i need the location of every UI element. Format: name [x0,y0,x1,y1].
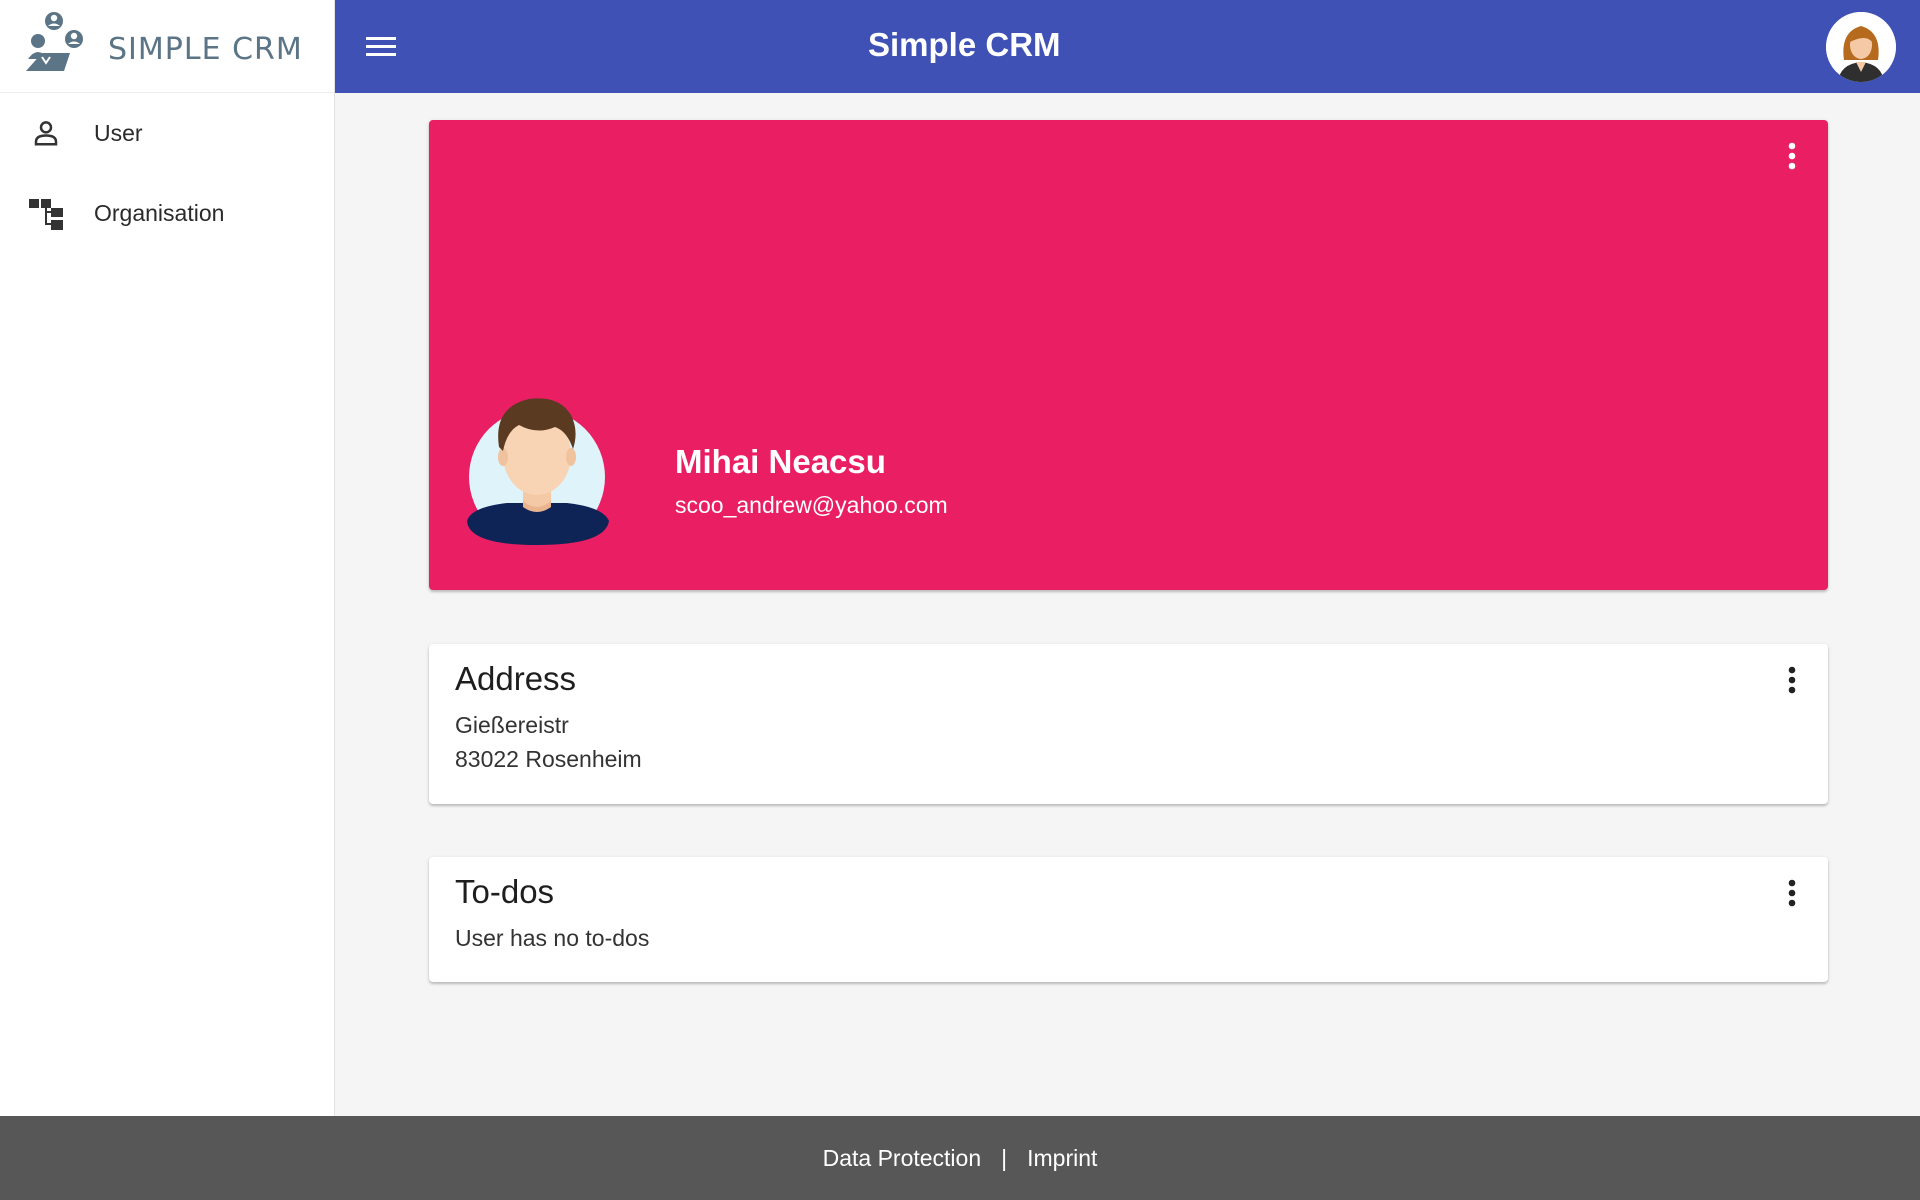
todos-title: To-dos [455,873,555,910]
sidebar-item-organisation[interactable]: Organisation [0,173,334,253]
profile-avatar [467,398,609,545]
profile-email: scoo_andrew@yahoo.com [675,492,948,518]
address-street: Gießereistr [455,712,569,738]
more-vert-icon [1788,879,1796,907]
address-more-menu-button[interactable] [1780,662,1804,698]
imprint-link[interactable]: Imprint [1027,1145,1097,1172]
more-vert-icon [1788,142,1796,170]
footer: Data Protection | Imprint [0,1116,1920,1200]
todos-more-menu-button[interactable] [1780,875,1804,911]
brand[interactable]: SIMPLE CRM [0,0,334,93]
female-avatar-icon [1826,12,1896,82]
address-card: Address Gießereistr 83022 Rosenheim [429,644,1828,804]
profile-name: Mihai Neacsu [675,443,886,480]
profile-header-card: Mihai Neacsu scoo_andrew@yahoo.com [429,120,1828,590]
menu-icon [366,37,396,56]
top-app-bar: Simple CRM [335,0,1920,93]
todos-empty-text: User has no to-dos [455,925,650,951]
sidebar-item-label: User [94,119,143,146]
person-icon [28,115,64,151]
address-city: 83022 Rosenheim [455,746,642,772]
todos-card: To-dos User has no to-dos [429,857,1828,982]
data-protection-link[interactable]: Data Protection [823,1145,982,1172]
app-title: Simple CRM [868,26,1061,63]
footer-separator: | [1001,1144,1008,1171]
address-title: Address [455,660,577,697]
brand-name: SIMPLE CRM [108,31,303,67]
sidebar-item-user[interactable]: User [0,93,334,173]
more-vert-icon [1788,666,1796,694]
sidebar: SIMPLE CRM User Organisation [0,0,335,1116]
account-avatar-button[interactable] [1826,12,1896,82]
sidebar-item-label: Organisation [94,199,225,226]
profile-more-menu-button[interactable] [1780,138,1804,174]
org-chart-icon [28,195,64,231]
crm-logo-icon [26,12,83,71]
hamburger-menu-button[interactable] [361,27,401,67]
